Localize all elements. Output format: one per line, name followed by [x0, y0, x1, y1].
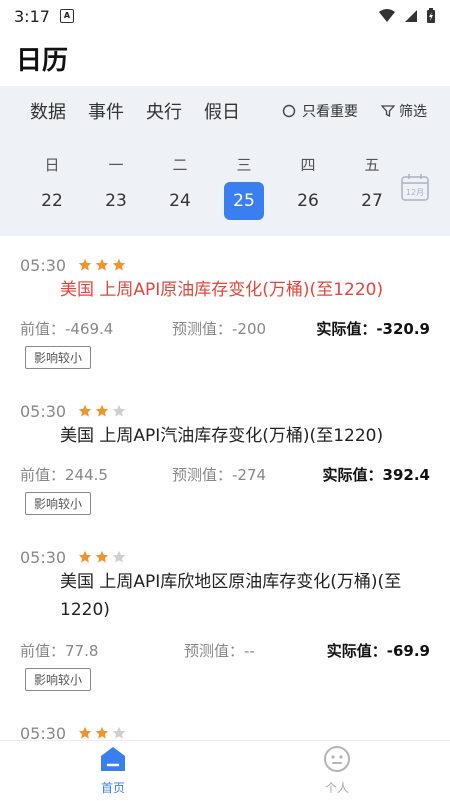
weekday-label: 五 — [364, 156, 380, 174]
signal-icon — [405, 10, 417, 22]
event-title: 美国 上周API汽油库存变化(万桶)(至1220) — [60, 426, 384, 446]
event-title: 美国 上周API原油库存变化(万桶)(至1220) — [60, 280, 384, 300]
weekday-label: 二 — [172, 156, 188, 174]
bottom-nav: 首页 个人 — [0, 740, 450, 801]
calendar-day[interactable]: 23 — [96, 182, 136, 220]
list-item[interactable]: 05:30 美国 上周API库欣地区原油库存变化(万桶)(至1220) 前值：7… — [0, 538, 450, 714]
calendar-day[interactable]: 22 — [32, 182, 72, 220]
impact-badge: 影响较小 — [25, 668, 92, 691]
tab-holidays[interactable]: 假日 — [204, 98, 240, 124]
weekday-label: 三 — [236, 156, 252, 174]
event-time: 05:30 — [20, 548, 67, 567]
nav-profile-label: 个人 — [324, 781, 349, 795]
event-time: 05:30 — [20, 256, 67, 275]
filter-button[interactable]: 筛选 — [381, 101, 427, 121]
notification-icon: A — [59, 9, 74, 23]
calendar-day[interactable]: 24 — [160, 182, 200, 220]
list-item[interactable]: 05:30 美国 上周API原油库存变化(万桶)(至1220) 前值：-469.… — [0, 246, 450, 386]
star-icon-empty — [112, 726, 126, 739]
tab-central-bank[interactable]: 央行 — [146, 98, 182, 124]
status-time: 3:17 — [14, 6, 50, 26]
page-title: 日历 — [16, 46, 69, 76]
filter-label: 筛选 — [399, 104, 427, 120]
important-only-toggle[interactable]: 只看重要 — [282, 101, 358, 121]
event-forecast: 预测值：-200 — [172, 320, 267, 338]
star-icon-empty — [112, 550, 126, 563]
nav-home-label: 首页 — [100, 781, 125, 795]
weekday-label: 日 — [44, 156, 60, 174]
importance-stars — [78, 258, 126, 272]
importance-stars — [78, 550, 126, 564]
nav-home[interactable]: 首页 — [63, 745, 163, 796]
list-item[interactable]: 05:30 美国 上周API汽油库存变化(万桶)(至1220) 前值：244.5… — [0, 392, 450, 532]
person-icon — [324, 746, 350, 772]
star-icon-empty — [112, 404, 126, 417]
event-time: 05:30 — [20, 724, 67, 740]
event-previous: 前值：-469.4 — [20, 320, 114, 338]
status-bar: 3:17 A — [0, 0, 450, 32]
calendar-header-panel: 数据 事件 央行 假日 只看重要 筛选 日 一 二 三 四 五 22 23 24… — [0, 86, 450, 236]
tab-events[interactable]: 事件 — [88, 98, 124, 124]
impact-badge: 影响较小 — [25, 346, 92, 369]
star-icon-filled — [78, 258, 92, 271]
event-forecast: 预测值：-274 — [172, 466, 267, 484]
star-icon-filled — [95, 258, 109, 271]
event-title: 美国 上周API库欣地区原油库存变化(万桶)(至1220) — [60, 572, 402, 620]
event-actual: 实际值：-320.9 — [316, 320, 430, 338]
nav-profile[interactable]: 个人 — [287, 745, 387, 796]
event-previous: 前值：244.5 — [20, 466, 108, 484]
star-icon-filled — [78, 726, 92, 739]
star-icon-filled — [95, 550, 109, 563]
impact-badge: 影响较小 — [25, 492, 92, 515]
event-time: 05:30 — [20, 402, 67, 421]
weekday-label: 一 — [108, 156, 124, 174]
star-icon-filled — [112, 258, 126, 271]
home-icon — [101, 747, 125, 771]
calendar-day-selected[interactable]: 25 — [224, 182, 264, 220]
wifi-icon — [379, 9, 395, 22]
month-icon-label: 12月 — [406, 188, 424, 197]
star-icon-filled — [95, 404, 109, 417]
important-only-label: 只看重要 — [302, 104, 358, 120]
importance-stars — [78, 404, 126, 418]
category-tabs: 数据 事件 央行 假日 只看重要 筛选 — [0, 86, 450, 138]
importance-stars — [78, 726, 126, 740]
star-icon-filled — [78, 550, 92, 563]
status-icons — [378, 8, 436, 24]
calendar-day[interactable]: 26 — [288, 182, 328, 220]
month-calendar-icon[interactable]: 12月 — [400, 172, 430, 202]
radio-circle-icon — [282, 104, 296, 118]
event-actual: 实际值：-69.9 — [326, 642, 430, 660]
battery-icon — [427, 8, 435, 23]
calendar-day[interactable]: 27 — [352, 182, 392, 220]
weekday-label: 四 — [300, 156, 316, 174]
status-left: 3:17 A — [14, 7, 74, 26]
event-actual: 实际值：392.4 — [322, 466, 430, 484]
event-forecast: 预测值：-- — [184, 642, 255, 660]
event-previous: 前值：77.8 — [20, 642, 99, 660]
star-icon-filled — [78, 404, 92, 417]
filter-icon — [381, 105, 395, 118]
star-icon-filled — [95, 726, 109, 739]
list-item[interactable]: 05:30 — [0, 720, 450, 740]
tab-data[interactable]: 数据 — [30, 98, 66, 124]
event-list[interactable]: 05:30 美国 上周API原油库存变化(万桶)(至1220) 前值：-469.… — [0, 246, 450, 740]
